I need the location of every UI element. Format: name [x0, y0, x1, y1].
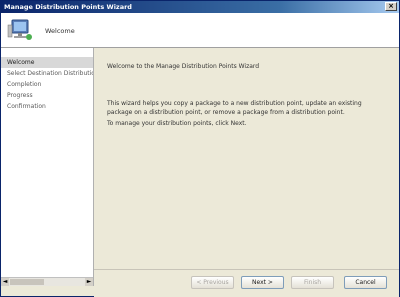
previous-button[interactable]: < Previous [191, 276, 234, 289]
wizard-description: This wizard helps you copy a package to … [107, 100, 362, 116]
sidebar-horizontal-scrollbar[interactable]: ◄ ► [1, 277, 93, 286]
scroll-right-icon[interactable]: ► [85, 278, 93, 286]
cancel-button[interactable]: Cancel [344, 276, 387, 289]
wizard-footer: < Previous Next > Finish Cancel [94, 269, 399, 297]
sidebar-item-select-destination[interactable]: Select Destination Distribution Points [1, 68, 93, 79]
sidebar-item-confirmation[interactable]: Confirmation [1, 101, 93, 112]
wizard-header: Welcome [1, 13, 399, 48]
sidebar-item-progress[interactable]: Progress [1, 90, 93, 101]
wizard-instruction: To manage your distribution points, clic… [107, 120, 247, 127]
title-bar: Manage Distribution Points Wizard × [1, 1, 399, 13]
sidebar-item-welcome[interactable]: Welcome [1, 57, 93, 68]
sidebar-item-completion[interactable]: Completion [1, 79, 93, 90]
welcome-heading: Welcome to the Manage Distribution Point… [107, 63, 260, 70]
window-title: Manage Distribution Points Wizard [4, 3, 132, 11]
wizard-content: Welcome to the Manage Distribution Point… [94, 48, 399, 269]
header-title: Welcome [45, 27, 75, 35]
close-icon: × [388, 2, 394, 10]
scrollbar-thumb[interactable] [10, 279, 44, 285]
wizard-steps-sidebar: Welcome Select Destination Distribution … [1, 48, 94, 286]
close-button[interactable]: × [385, 2, 397, 11]
computer-monitor-icon [7, 19, 32, 40]
finish-button[interactable]: Finish [291, 276, 334, 289]
wizard-window: Manage Distribution Points Wizard × Welc… [0, 0, 400, 297]
next-button[interactable]: Next > [241, 276, 284, 289]
scroll-left-icon[interactable]: ◄ [1, 278, 9, 286]
